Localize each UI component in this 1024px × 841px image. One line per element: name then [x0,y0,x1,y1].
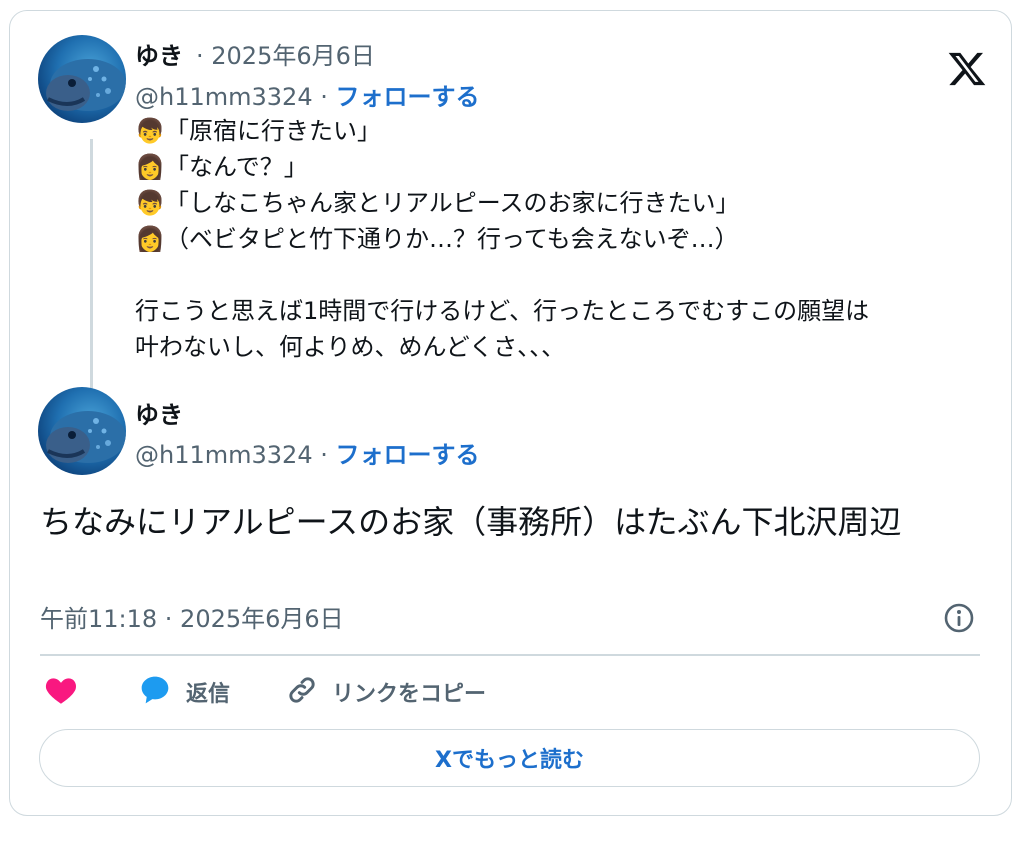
reply-button[interactable]: 返信 [138,674,230,710]
dialogue-line: 👦「原宿に行きたい」 [135,113,869,149]
copy-link-button[interactable]: リンクをコピー [286,674,486,710]
woman-emoji-icon: 👩 [135,153,165,181]
dialogue-line: 👦「しなこちゃん家とリアルピースのお家に行きたい」 [135,185,869,221]
post-date[interactable]: · 2025年6月6日 [196,36,375,71]
heart-icon [44,675,78,709]
post-body: 👦「原宿に行きたい」 👩「なんで？」 👦「しなこちゃん家とリアルピースのお家に行… [135,113,869,365]
x-logo-icon[interactable] [946,49,988,93]
reply-label: 返信 [186,682,231,707]
copy-link-label: リンクをコピー [332,682,487,707]
display-name[interactable]: ゆき [135,395,183,430]
follow-button[interactable]: フォローする [335,83,479,111]
speech-bubble-icon [138,674,172,710]
like-button[interactable] [44,674,78,710]
paragraph: 叶わないし、何よりめ、めんどくさ、、、 [135,333,566,361]
divider [40,654,980,656]
boy-emoji-icon: 👦 [135,189,165,217]
display-name[interactable]: ゆき [135,36,183,71]
woman-emoji-icon: 👩 [135,225,165,253]
thread-line [90,139,93,389]
link-icon [286,674,318,710]
dialogue-line: 👩（ベビタピと竹下通りか…？行っても会えないぞ…） [135,221,869,257]
follow-button[interactable]: フォローする [335,441,479,469]
paragraph: 行こうと思えば1時間で行けるけど、行ったところでむすこの願望は [135,297,870,325]
embedded-post-card: ゆき · 2025年6月6日 @h11mm3324 · フォローする 👦「原宿に… [9,10,1012,816]
boy-emoji-icon: 👦 [135,117,165,145]
avatar[interactable] [38,387,126,475]
avatar[interactable] [38,35,126,123]
post-timestamp[interactable]: 午前11:18 · 2025年6月6日 [40,599,344,634]
handle[interactable]: @h11mm3324 · [135,83,328,111]
read-more-button[interactable]: Xでもっと読む [39,729,980,787]
handle[interactable]: @h11mm3324 · [135,441,328,469]
info-icon[interactable] [943,602,975,638]
post-text: ちなみにリアルピースのお家（事務所）はたぶん下北沢周辺 [40,503,902,541]
dialogue-line: 👩「なんで？」 [135,149,869,185]
